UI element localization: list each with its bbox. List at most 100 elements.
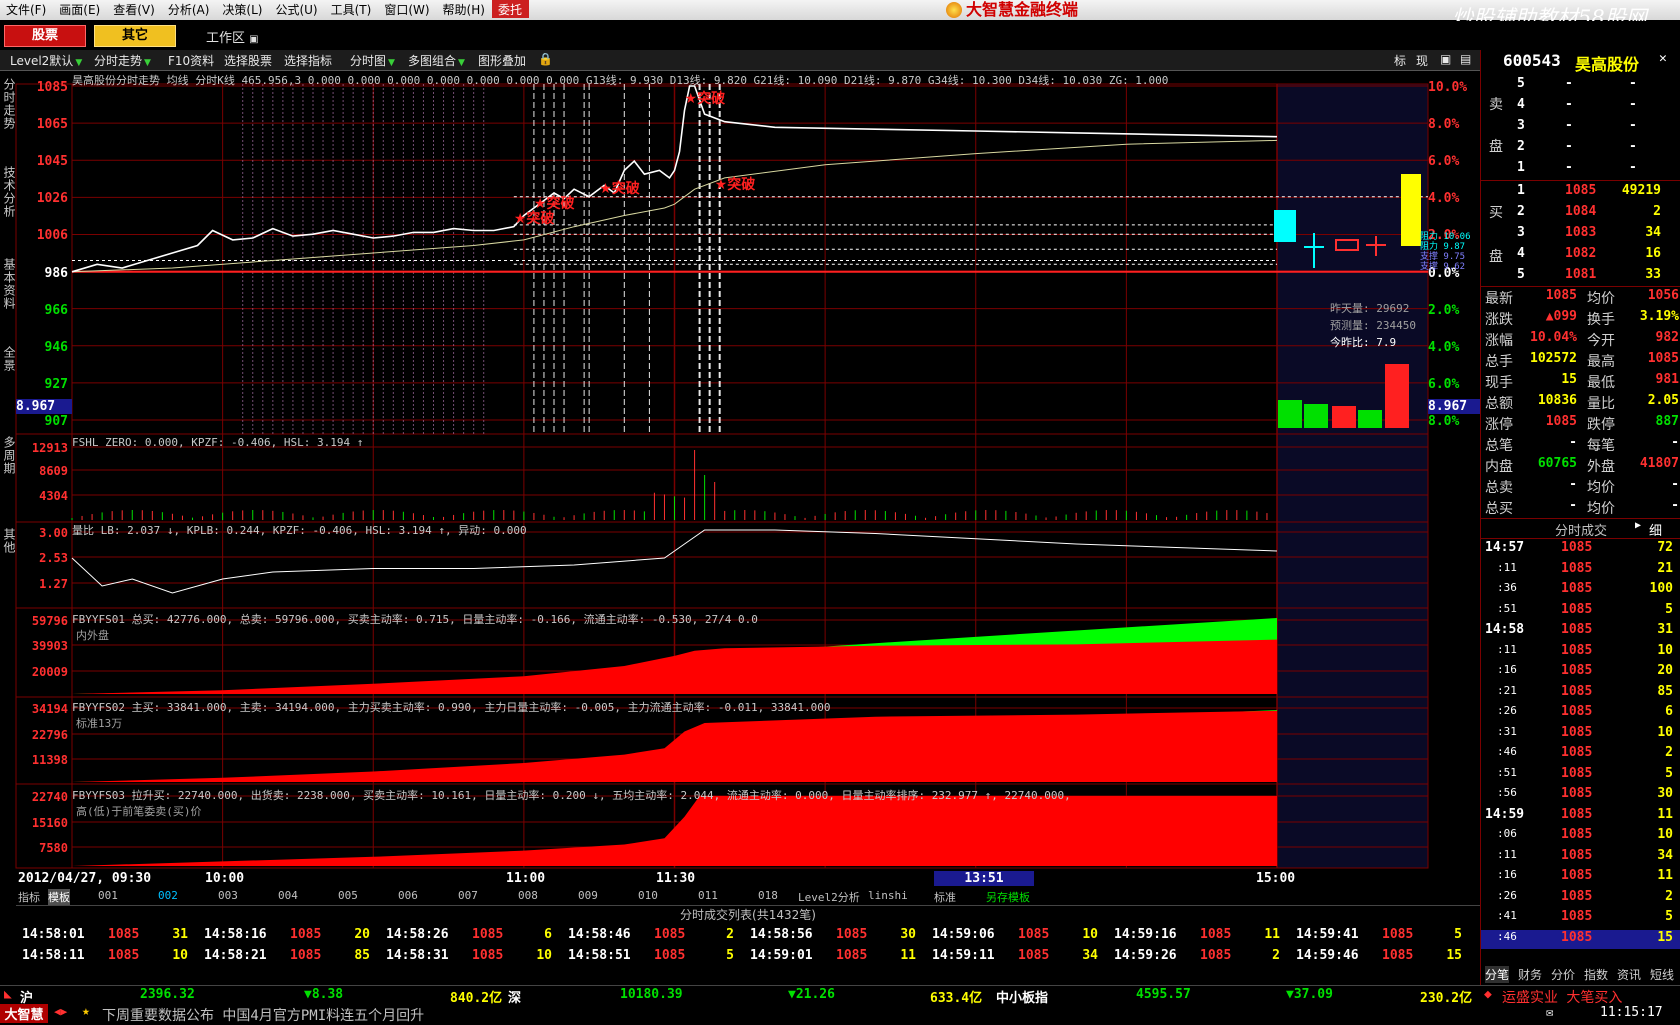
formula-tab-11[interactable]: 010 xyxy=(638,889,658,902)
buy-level: 4 xyxy=(1517,246,1525,261)
menu-item-6[interactable]: 工具(T) xyxy=(325,0,379,18)
menu-item-5[interactable]: 公式(U) xyxy=(269,0,324,18)
menu-item-0[interactable]: 文件(F) xyxy=(0,0,53,18)
news-prev-icon[interactable]: ◀▶ xyxy=(54,1005,67,1018)
formula-tab-7[interactable]: 006 xyxy=(398,889,418,902)
formula-tab-12[interactable]: 011 xyxy=(698,889,718,902)
panel_fs02-legend: FBYYFS02 主买: 33841.000, 主卖: 34194.000, 主… xyxy=(72,701,831,714)
buy-volume: 16 xyxy=(1645,246,1661,261)
stat-label: 总卖 xyxy=(1485,480,1513,496)
toolbar-item-0[interactable]: Level2默认 ▼ xyxy=(10,52,82,69)
formula-tab-9[interactable]: 008 xyxy=(518,889,538,902)
right-bottom-tab-3[interactable]: 指数 xyxy=(1584,966,1608,983)
formula-tab-13[interactable]: 018 xyxy=(758,889,778,902)
trade-volume: 85 xyxy=(354,948,370,963)
sz-index[interactable]: 10180.39 xyxy=(620,987,683,1002)
right-bottom-tab-5[interactable]: 短线 xyxy=(1650,966,1674,983)
chart-icon[interactable]: ▤ xyxy=(1460,52,1471,66)
panel_fs03-tick-0: 22740 xyxy=(31,790,68,804)
menu-item-4[interactable]: 决策(L) xyxy=(216,0,269,18)
menu-item-1[interactable]: 画面(E) xyxy=(53,0,107,18)
lock-icon[interactable]: 🔒 xyxy=(538,52,553,66)
cursor-price-left: 8.967 xyxy=(16,399,72,414)
formula-tab-16[interactable]: 标准 xyxy=(934,889,956,905)
candle-yellow xyxy=(1401,174,1421,246)
sell-level: 5 xyxy=(1517,76,1525,91)
formula-tab-1[interactable]: 模板 xyxy=(48,889,70,905)
formula-tab-2[interactable]: 001 xyxy=(98,889,118,902)
tick-volume: 2 xyxy=(1665,745,1673,760)
sh-index[interactable]: 2396.32 xyxy=(140,987,195,1002)
trade-price: 1085 xyxy=(1018,948,1050,963)
stock-name: 昊高股份 xyxy=(1575,55,1640,74)
workspace-label[interactable]: 工作区 ▣ xyxy=(206,27,259,46)
toolbar-item-7[interactable]: 图形叠加 xyxy=(478,52,526,69)
tick-volume: 85 xyxy=(1657,683,1673,699)
formula-tab-17[interactable]: 另存模板 xyxy=(986,889,1030,905)
toolbar-item-2[interactable]: F10资料 xyxy=(168,52,214,69)
tick-price: 1085 xyxy=(1561,786,1593,801)
trade-price: 1085 xyxy=(1018,927,1050,942)
tick-price: 1085 xyxy=(1561,601,1593,617)
buy-price: 1083 xyxy=(1565,225,1597,240)
stat-label: 量比 xyxy=(1587,396,1615,412)
toolbar-item-4[interactable]: 选择指标 xyxy=(284,52,332,69)
trade-time: 14:59:06 xyxy=(932,927,995,942)
formula-tab-15[interactable]: linshi xyxy=(868,889,908,902)
panel_lb-legend: 量比 LB: 2.037 ↓, KPLB: 0.244, KPZF: -0.40… xyxy=(72,524,527,537)
sell-label-2: 盘 xyxy=(1489,139,1503,155)
right-bottom-tab-0[interactable]: 分笔 xyxy=(1485,966,1510,983)
formula-tab-6[interactable]: 005 xyxy=(338,889,358,902)
trade-volume: 10 xyxy=(536,948,552,963)
formula-tab-8[interactable]: 007 xyxy=(458,889,478,902)
toolbar-item-3[interactable]: 选择股票 xyxy=(224,52,272,69)
formula-tab-3[interactable]: 002 xyxy=(158,889,178,902)
app-logo[interactable]: 大智慧 xyxy=(0,1004,48,1023)
menu-item-2[interactable]: 查看(V) xyxy=(107,0,162,18)
mail-icon[interactable]: ✉ xyxy=(1546,1005,1553,1019)
formula-tab-4[interactable]: 003 xyxy=(218,889,238,902)
stat-label: 换手 xyxy=(1587,312,1615,328)
formula-tab-0[interactable]: 指标 xyxy=(18,889,40,905)
stat-label: 涨幅 xyxy=(1485,333,1513,349)
toolbar-item-5[interactable]: 分时图 ▼ xyxy=(350,52,395,69)
trade-volume: 34 xyxy=(1082,948,1098,963)
toolbar-item-6[interactable]: 多图组合 ▼ xyxy=(408,52,465,69)
stock-category-button[interactable]: 股票 xyxy=(4,25,86,47)
zx-index[interactable]: 4595.57 xyxy=(1136,987,1191,1002)
buy-label-1: 买 xyxy=(1489,205,1503,221)
side-forecast-volume: 预测量: 234450 xyxy=(1330,319,1416,332)
trade-price: 1085 xyxy=(472,948,504,963)
right-bottom-tab-4[interactable]: 资讯 xyxy=(1617,966,1641,983)
formula-tab-10[interactable]: 009 xyxy=(578,889,598,902)
close-panel-icon[interactable]: ✕ xyxy=(1659,51,1667,66)
right-bottom-tab-1[interactable]: 财务 xyxy=(1518,966,1542,983)
ticks-expand-icon[interactable]: ▶ xyxy=(1635,520,1641,531)
right-bottom-tab-2[interactable]: 分价 xyxy=(1551,966,1575,983)
menu-item-8[interactable]: 帮助(H) xyxy=(437,0,492,18)
menu-item-3[interactable]: 分析(A) xyxy=(162,0,217,18)
tick-price: 1085 xyxy=(1561,929,1593,945)
divider xyxy=(1481,538,1680,539)
formula-tab-14[interactable]: Level2分析 xyxy=(798,889,860,905)
formula-tab-5[interactable]: 004 xyxy=(278,889,298,902)
menu-item-9[interactable]: 委托 xyxy=(491,0,529,18)
toolbar-right-1[interactable]: 现 xyxy=(1416,52,1428,69)
tick-price: 1085 xyxy=(1561,806,1593,822)
trade-time: 14:59:41 xyxy=(1296,927,1359,942)
trade-volume: 6 xyxy=(544,927,552,942)
intraday-chart[interactable]: ★突破★突破★突破★突破★突破 xyxy=(0,70,1480,888)
trade-volume: 2 xyxy=(1272,948,1280,963)
tick-time: :06 xyxy=(1497,827,1517,840)
toolbar-right-0[interactable]: 标 xyxy=(1394,52,1406,69)
tick-time: :26 xyxy=(1497,888,1517,902)
trade-volume: 11 xyxy=(1264,927,1280,942)
other-category-button[interactable]: 其它 xyxy=(94,25,176,47)
news-ticker[interactable]: 下周重要数据公布 中国4月官方PMI料连五个月回升 xyxy=(102,1005,424,1025)
window-icon[interactable]: ▣ xyxy=(1440,52,1451,66)
menu-item-7[interactable]: 窗口(W) xyxy=(378,0,436,18)
stat-value: - xyxy=(1569,498,1577,513)
toolbar-item-1[interactable]: 分时走势 ▼ xyxy=(94,52,151,69)
tick-time: :11 xyxy=(1497,642,1517,656)
tick-time: :46 xyxy=(1497,929,1517,943)
